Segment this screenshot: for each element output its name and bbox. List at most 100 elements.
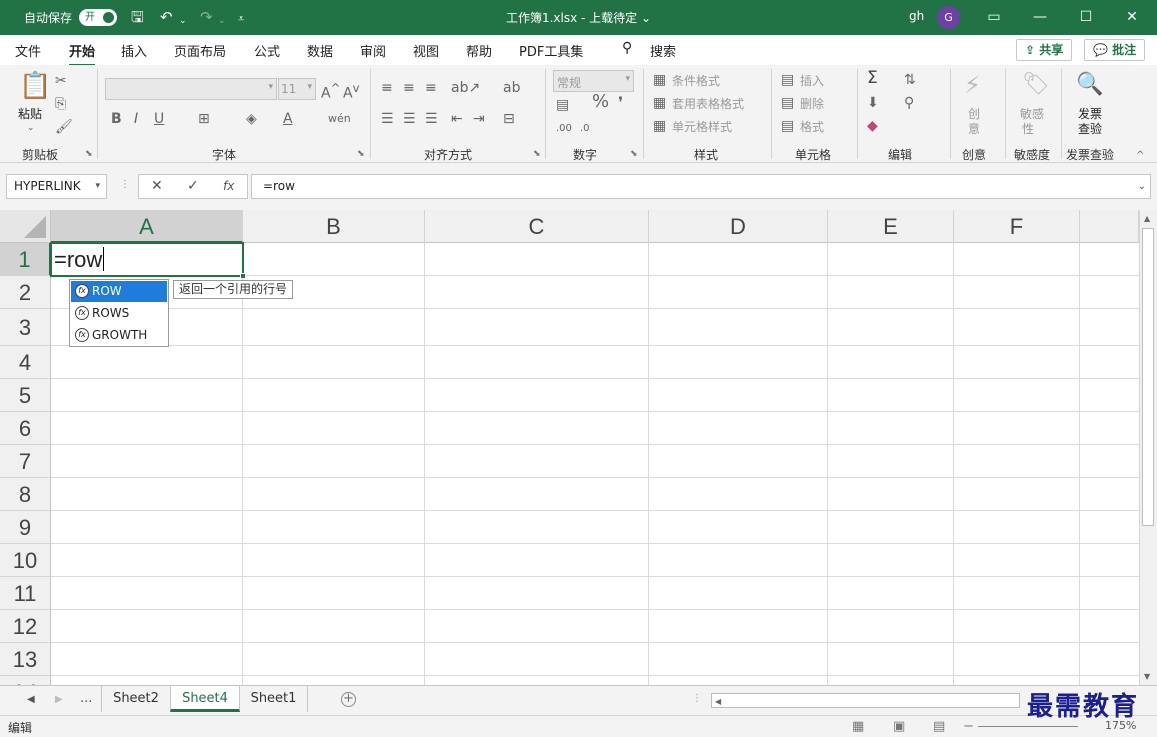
tab-review[interactable]: 审阅: [360, 41, 386, 60]
tab-insert[interactable]: 插入: [121, 41, 147, 60]
vertical-scrollbar[interactable]: ▲ ▼: [1139, 210, 1157, 685]
font-color-icon[interactable]: A: [283, 111, 293, 127]
increase-font-icon[interactable]: A^: [321, 80, 340, 102]
font-launcher-icon[interactable]: ⬊: [357, 149, 365, 159]
name-box[interactable]: HYPERLINK ▾: [6, 174, 107, 199]
increase-decimal-icon[interactable]: .00: [556, 121, 572, 137]
decrease-indent-icon[interactable]: ⇤: [451, 111, 463, 127]
customize-toolbar-icon[interactable]: ⩡: [238, 10, 244, 28]
close-icon[interactable]: ✕: [1109, 0, 1155, 35]
scroll-left-icon[interactable]: ◀: [715, 697, 721, 706]
tab-view[interactable]: 视图: [413, 41, 439, 60]
row-header-4[interactable]: 4: [0, 346, 51, 379]
column-header-d[interactable]: D: [649, 210, 828, 243]
page-layout-view-icon[interactable]: ▣: [893, 719, 905, 734]
prev-sheet-icon[interactable]: ◀: [27, 694, 35, 705]
sensitivity-icon[interactable]: 🏷: [1022, 71, 1050, 99]
row-header-13[interactable]: 13: [0, 643, 51, 676]
align-right-icon[interactable]: ☰: [425, 111, 438, 127]
decrease-font-icon[interactable]: Av: [343, 80, 359, 102]
clipboard-launcher-icon[interactable]: ⬊: [85, 149, 93, 159]
row-header-11[interactable]: 11: [0, 577, 51, 610]
fill-color-icon[interactable]: ◈: [246, 111, 257, 127]
page-break-view-icon[interactable]: ▤: [933, 719, 945, 734]
horizontal-scrollbar[interactable]: ◀: [711, 693, 1020, 708]
more-sheets-button[interactable]: ...: [80, 691, 92, 706]
sheet-tab-sheet1[interactable]: Sheet1: [240, 686, 308, 712]
search-icon[interactable]: ⚲: [622, 40, 632, 56]
conditional-format-icon[interactable]: ▦: [653, 72, 666, 88]
tab-pdf-tools[interactable]: PDF工具集: [519, 41, 583, 60]
number-launcher-icon[interactable]: ⬊: [630, 149, 638, 159]
row-header-1[interactable]: 1: [0, 243, 51, 276]
row-header-3[interactable]: 3: [0, 309, 51, 346]
copy-icon[interactable]: ⎘: [55, 96, 66, 112]
collapse-ribbon-icon[interactable]: ^: [1136, 148, 1144, 164]
save-icon[interactable]: 🖫: [131, 8, 144, 26]
sensitivity-button-line2[interactable]: 性: [1022, 120, 1034, 137]
row-header-9[interactable]: 9: [0, 511, 51, 544]
row-header-7[interactable]: 7: [0, 445, 51, 478]
tab-data[interactable]: 数据: [307, 41, 333, 60]
active-cell-a1[interactable]: =row: [50, 242, 246, 279]
cell-styles-button[interactable]: 单元格样式: [672, 118, 732, 135]
redo-icon[interactable]: ↷: [200, 8, 213, 26]
merge-center-icon[interactable]: ⊟: [503, 111, 515, 127]
clear-icon[interactable]: ◆: [867, 118, 878, 134]
format-cells-button[interactable]: 格式: [800, 118, 824, 135]
border-icon[interactable]: ⊞: [198, 111, 210, 127]
orientation-icon[interactable]: ab↗: [451, 80, 480, 96]
redo-dropdown-icon[interactable]: ⌄: [218, 12, 226, 30]
next-sheet-icon[interactable]: ▶: [55, 694, 63, 705]
tab-help[interactable]: 帮助: [466, 41, 492, 60]
avatar[interactable]: G: [937, 6, 960, 29]
invoice-check-icon[interactable]: 🔍: [1076, 71, 1103, 99]
alignment-launcher-icon[interactable]: ⬊: [533, 149, 541, 159]
expand-formula-icon[interactable]: ⌄: [1138, 175, 1146, 198]
zoom-slider[interactable]: [978, 726, 1078, 727]
delete-cells-button[interactable]: 删除: [800, 95, 824, 112]
tab-page-layout[interactable]: 页面布局: [174, 41, 226, 60]
number-format-combo[interactable]: 常规 ▾: [553, 70, 634, 92]
normal-view-icon[interactable]: ▦: [852, 719, 864, 734]
delete-cells-icon[interactable]: ▤: [781, 95, 794, 111]
ideas-icon[interactable]: ⚡: [964, 71, 981, 99]
comments-button[interactable]: 💬 批注: [1084, 39, 1146, 61]
conditional-format-button[interactable]: 条件格式: [672, 72, 720, 89]
paste-icon[interactable]: 📋: [19, 71, 51, 101]
row-header-2[interactable]: 2: [0, 276, 51, 309]
tab-formulas[interactable]: 公式: [254, 41, 280, 60]
column-header-b[interactable]: B: [243, 210, 425, 243]
minimize-icon[interactable]: —: [1017, 0, 1063, 35]
sort-filter-icon[interactable]: ⇅: [904, 72, 916, 88]
accounting-icon[interactable]: ▤: [556, 97, 569, 113]
worksheet-grid[interactable]: ABCDEF 1234567891011121314 =row: [0, 210, 1139, 685]
fill-handle[interactable]: [240, 273, 246, 279]
ribbon-display-icon[interactable]: ▭: [971, 0, 1017, 35]
row-header-5[interactable]: 5: [0, 379, 51, 412]
align-center-icon[interactable]: ☰: [403, 111, 416, 127]
ideas-button-line2[interactable]: 意: [968, 120, 980, 137]
autosave-toggle[interactable]: 开: [79, 9, 117, 26]
font-name-combo[interactable]: ▾: [105, 78, 277, 100]
column-header-e[interactable]: E: [828, 210, 954, 243]
cut-icon[interactable]: ✂: [55, 73, 67, 89]
fill-icon[interactable]: ⬇: [867, 95, 879, 111]
formula-input[interactable]: =row ⌄: [251, 174, 1151, 199]
maximize-icon[interactable]: ☐: [1063, 0, 1109, 35]
format-painter-icon[interactable]: 🖌: [55, 119, 73, 135]
column-header-c[interactable]: C: [425, 210, 649, 243]
tab-home[interactable]: 开始: [69, 41, 96, 67]
align-top-icon[interactable]: ≡: [381, 80, 393, 96]
vertical-scroll-thumb[interactable]: [1142, 228, 1154, 526]
increase-indent-icon[interactable]: ⇥: [473, 111, 485, 127]
enter-icon[interactable]: ✓: [187, 178, 199, 194]
zoom-out-icon[interactable]: −: [963, 719, 974, 734]
add-sheet-icon[interactable]: +: [341, 692, 356, 707]
column-header-a[interactable]: A: [51, 210, 243, 243]
phonetic-icon[interactable]: wén: [328, 111, 351, 127]
wrap-text-icon[interactable]: ab: [503, 80, 520, 96]
underline-icon[interactable]: U: [154, 111, 164, 127]
share-button[interactable]: ⇪ 共享: [1016, 39, 1073, 61]
tab-file[interactable]: 文件: [15, 41, 41, 60]
